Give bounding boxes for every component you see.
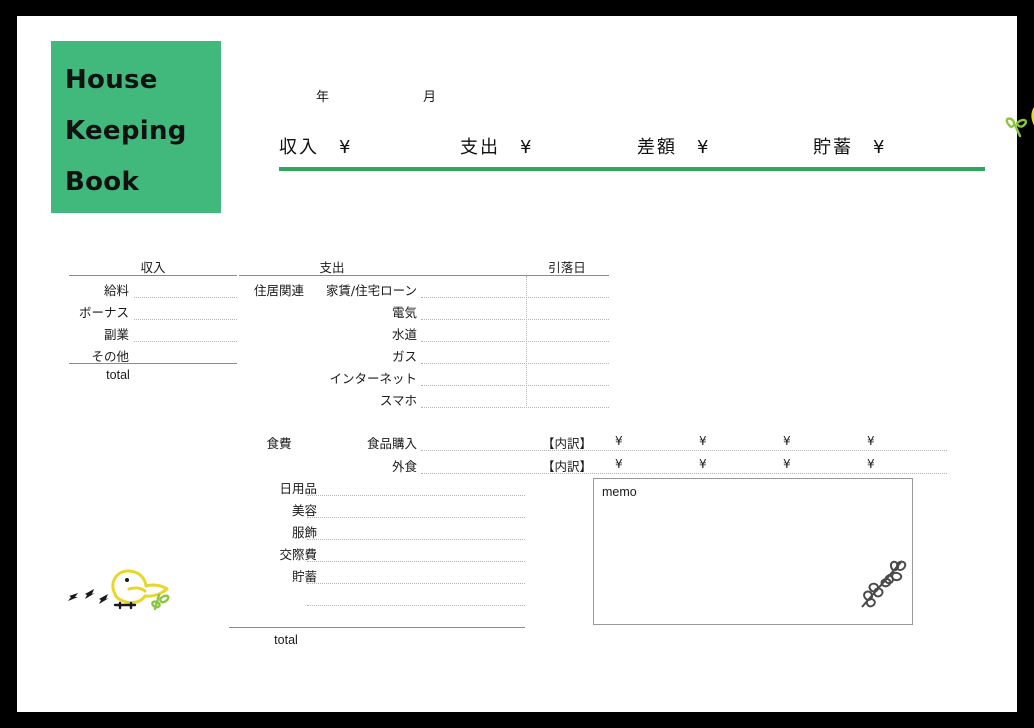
food-yen-slot-1-2[interactable]: ¥: [783, 457, 791, 471]
income-row-label-2: 副業: [103, 327, 129, 342]
page-title-block: House Keeping Book: [51, 41, 221, 213]
expense-row-label-2: 水道: [391, 327, 417, 342]
expense-food-row-input-1[interactable]: [421, 473, 947, 474]
expense-total-rule: [229, 627, 525, 628]
summary-expense-field[interactable]: 支出 ¥: [460, 133, 533, 159]
page-title-line-3: Book: [65, 167, 140, 197]
income-total-label: total: [106, 368, 130, 382]
expense-group-label-0: 住居関連: [253, 283, 304, 298]
expense-group-label-1: 食費: [266, 436, 292, 451]
income-row-input-1[interactable]: [134, 319, 237, 320]
food-yen-slot-1-1[interactable]: ¥: [699, 457, 707, 471]
expense-other-input-2[interactable]: [307, 539, 525, 540]
expense-row-label-0: 家賃/住宅ローン: [325, 283, 417, 298]
expense-other-label-3: 交際費: [279, 547, 317, 562]
expense-other-input-5[interactable]: [307, 605, 525, 606]
income-table-heading: 収入: [140, 260, 166, 275]
food-yen-slot-0-1[interactable]: ¥: [699, 434, 707, 448]
expense-total-label: total: [274, 633, 298, 647]
expense-table-top-rule: [239, 275, 609, 276]
income-row-label-0: 給料: [103, 283, 129, 298]
income-row-label-1: ボーナス: [78, 305, 129, 320]
expense-row-input-1[interactable]: [421, 319, 609, 320]
header-summary: 年 月 収入 ¥ 支出 ¥ 差額 ¥ 貯蓄 ¥: [257, 41, 1034, 216]
expense-row-label-5: スマホ: [379, 393, 417, 408]
expense-row-input-4[interactable]: [421, 385, 609, 386]
memo-box[interactable]: memo: [593, 478, 913, 625]
expense-other-label-1: 美容: [291, 503, 317, 518]
expense-row-input-0[interactable]: [421, 297, 609, 298]
expense-other-input-1[interactable]: [307, 517, 525, 518]
expense-row-label-1: 電気: [391, 305, 417, 320]
food-yen-slot-0-2[interactable]: ¥: [783, 434, 791, 448]
expense-food-row-label-1: 外食: [391, 459, 417, 474]
food-yen-slot-0-3[interactable]: ¥: [867, 434, 875, 448]
summary-savings-field[interactable]: 貯蓄 ¥: [813, 133, 886, 159]
expense-other-label-0: 日用品: [279, 481, 317, 496]
income-row-input-2[interactable]: [134, 341, 237, 342]
expense-food-row-input-0[interactable]: [421, 450, 947, 451]
income-row-input-0[interactable]: [134, 297, 237, 298]
month-label: 月: [423, 90, 437, 105]
expense-other-input-0[interactable]: [307, 495, 525, 496]
income-row-input-3[interactable]: [69, 363, 237, 364]
summary-income-field[interactable]: 収入 ¥: [279, 133, 352, 159]
expense-other-input-3[interactable]: [307, 561, 525, 562]
memo-label: memo: [602, 485, 637, 499]
expense-date-column-divider: [526, 276, 527, 408]
leaf-vine-icon: [858, 555, 910, 622]
expense-other-label-2: 服飾: [291, 525, 317, 540]
bird-icon: [999, 93, 1034, 146]
header-divider: [279, 167, 985, 171]
worksheet-page: House Keeping Book 年 月 収入 ¥ 支出 ¥ 差額 ¥ 貯蓄…: [17, 16, 1034, 712]
expense-other-input-4[interactable]: [307, 583, 525, 584]
food-yen-slot-0-0[interactable]: ¥: [615, 434, 623, 448]
expense-food-row-label-0: 食品購入: [366, 436, 417, 451]
expense-table-heading: 支出: [319, 260, 345, 275]
expense-row-input-2[interactable]: [421, 341, 609, 342]
expense-row-input-5[interactable]: [421, 407, 609, 408]
page-title-line-1: House: [65, 65, 158, 95]
bird-icon: [63, 562, 173, 625]
expense-other-label-4: 貯蓄: [291, 569, 317, 584]
summary-difference-field[interactable]: 差額 ¥: [637, 133, 710, 159]
food-yen-slot-1-0[interactable]: ¥: [615, 457, 623, 471]
page-title-line-2: Keeping: [65, 116, 187, 146]
expense-date-heading: 引落日: [548, 260, 586, 275]
food-yen-slot-1-3[interactable]: ¥: [867, 457, 875, 471]
expense-row-label-4: インターネット: [329, 371, 417, 386]
income-table-top-rule: [69, 275, 237, 276]
expense-row-label-3: ガス: [391, 349, 417, 364]
expense-row-input-3[interactable]: [421, 363, 609, 364]
year-label: 年: [316, 90, 330, 105]
